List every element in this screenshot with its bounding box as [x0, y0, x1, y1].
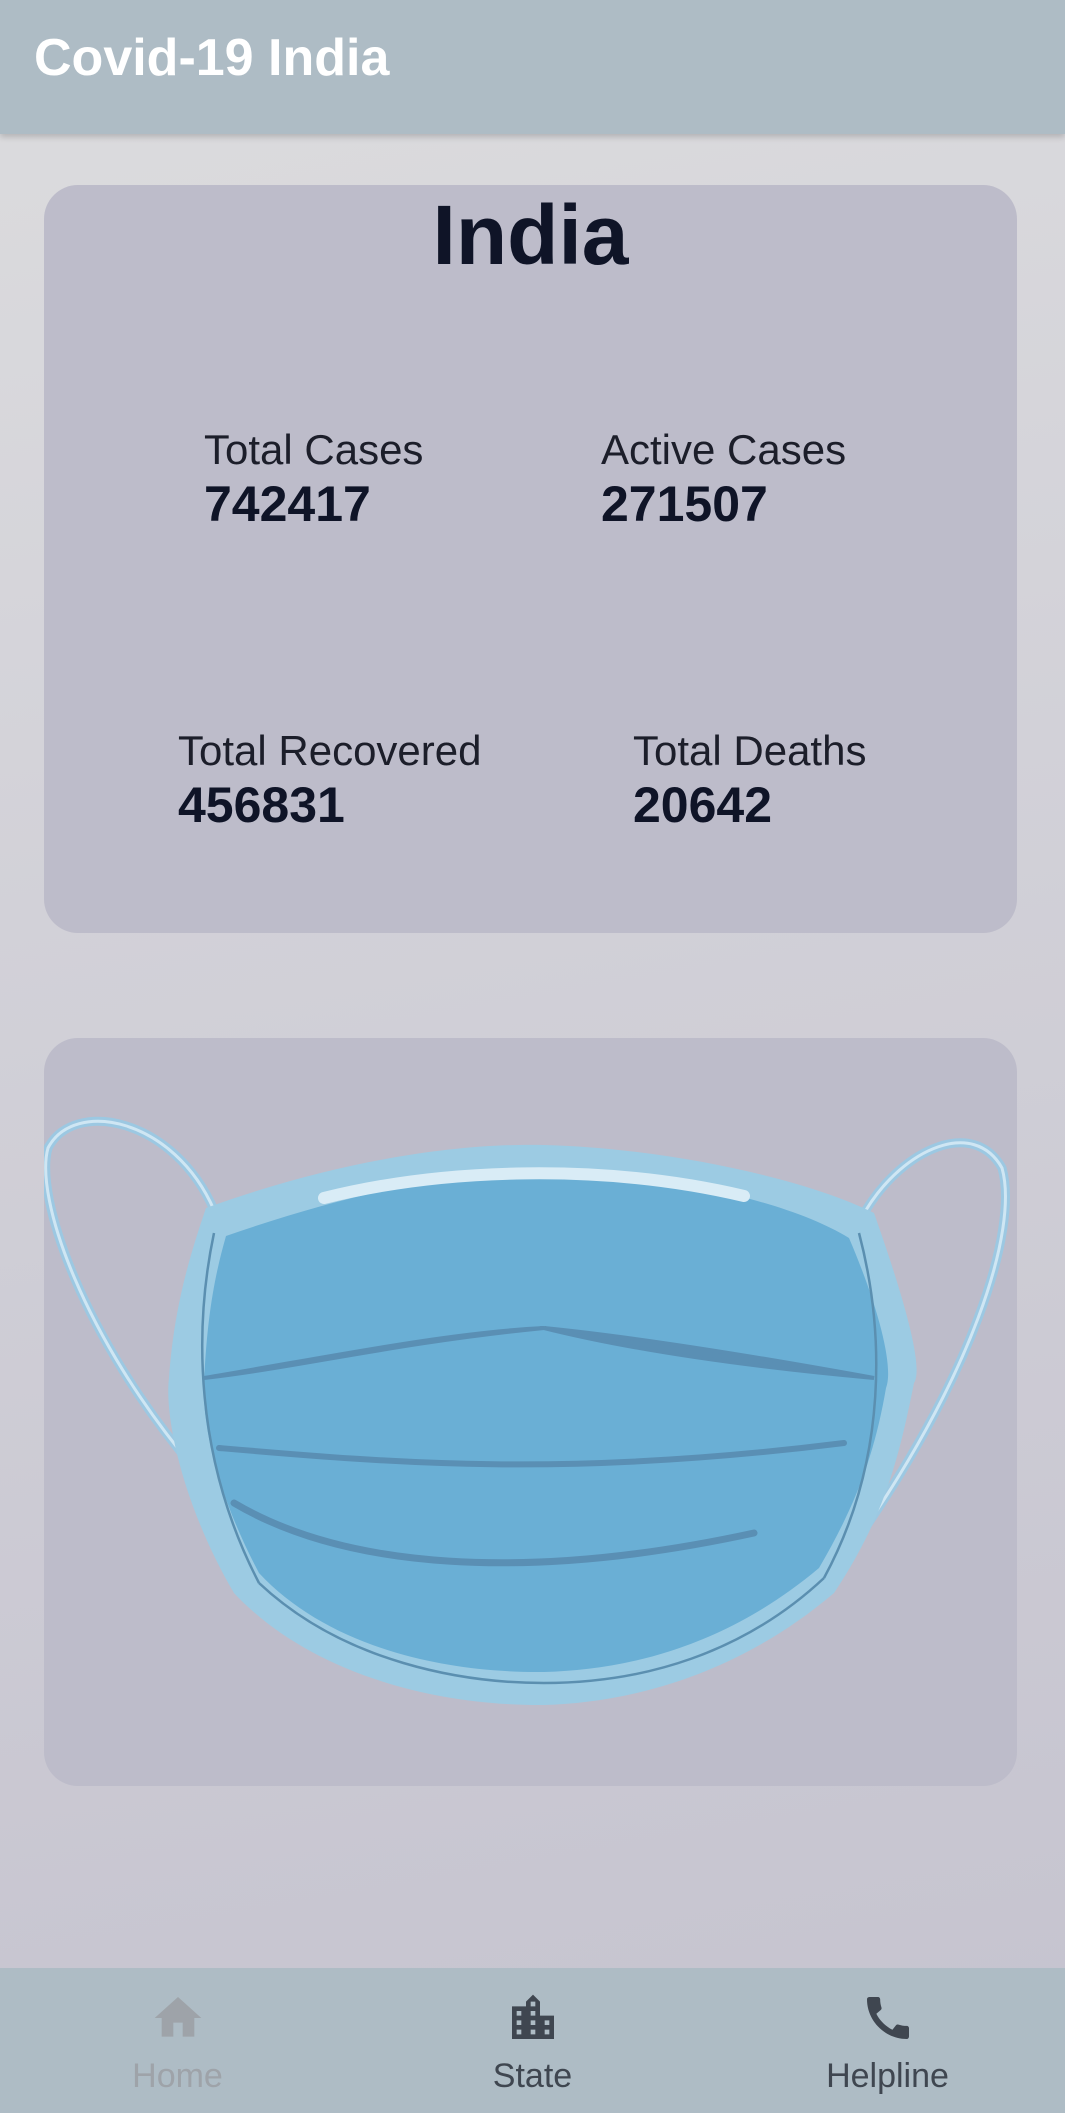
home-icon: [154, 1997, 202, 2037]
stat-value: 271507: [601, 476, 768, 532]
stat-total-recovered: Total Recovered 456831: [178, 726, 482, 834]
nav-item-helpline[interactable]: Helpline: [710, 1968, 1065, 2113]
nav-label-helpline: Helpline: [826, 2057, 949, 2095]
stat-value: 20642: [633, 777, 773, 833]
stat-active-cases: Active Cases 271507: [601, 425, 846, 533]
face-mask-icon: [44, 1116, 1010, 1706]
stat-value: 742417: [204, 476, 371, 532]
nav-item-home[interactable]: Home: [0, 1968, 355, 2113]
nav-label-state: State: [492, 2057, 573, 2095]
phone-icon: [867, 1997, 909, 2039]
building-icon: [512, 1994, 554, 2039]
bottom-navigation: Home State Helpline: [0, 1968, 1065, 2113]
app-bar: Covid-19 India: [0, 0, 1065, 134]
stat-label: Total Recovered: [178, 727, 482, 774]
mask-illustration-card: [44, 1038, 1017, 1786]
stat-label: Active Cases: [601, 426, 847, 473]
country-summary-card: India Total Cases 742417 Active Cases 27…: [44, 185, 1017, 933]
country-name: India: [432, 188, 629, 282]
app-title: Covid-19 India: [34, 29, 390, 87]
stat-total-deaths: Total Deaths 20642: [633, 726, 866, 834]
nav-item-state[interactable]: State: [355, 1968, 710, 2113]
stat-label: Total Cases: [204, 426, 424, 473]
stat-total-cases: Total Cases 742417: [204, 425, 423, 533]
nav-label-home: Home: [132, 2057, 223, 2095]
stat-label: Total Deaths: [633, 727, 867, 774]
stat-value: 456831: [178, 777, 345, 833]
